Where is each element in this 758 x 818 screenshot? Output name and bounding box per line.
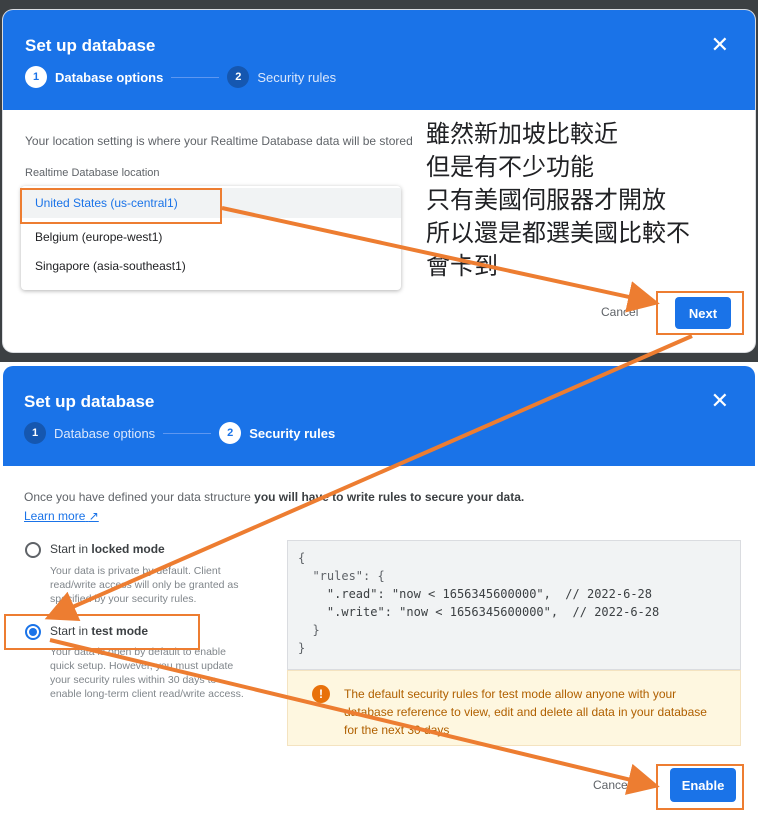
- dialog-title: Set up database: [25, 36, 156, 55]
- cancel-button[interactable]: Cancel: [601, 305, 638, 319]
- step-2-number: 2: [219, 422, 242, 444]
- annotation-line: 所以還是都選美國比較不: [426, 219, 690, 247]
- locked-mode-name: locked mode: [91, 542, 165, 556]
- dialog-header: Set up database ✕ 1 Database options 2 S…: [3, 10, 755, 110]
- stepper: 1 Database options 2 Security rules: [25, 66, 336, 88]
- highlight-next-button: [656, 291, 744, 335]
- intro-text: Once you have defined your data structur…: [24, 490, 255, 504]
- setup-database-dialog-step2: Set up database ✕ 1 Database options 2 S…: [3, 366, 755, 816]
- highlight-us-option: [20, 188, 222, 224]
- close-icon[interactable]: ✕: [711, 388, 729, 414]
- step-divider: [163, 432, 212, 434]
- step-2-label: Security rules: [257, 69, 337, 85]
- locked-prefix: Start in: [50, 542, 92, 556]
- rules-code-block: { "rules": { ".read": "now < 16563456000…: [287, 540, 741, 670]
- warning-text: The default security rules for test mode…: [344, 687, 707, 737]
- security-intro: Once you have defined your data structur…: [24, 490, 524, 504]
- warning-banner: ! The default security rules for test mo…: [287, 670, 741, 746]
- step-1-number: 1: [24, 422, 46, 444]
- highlight-enable-button: [656, 764, 744, 810]
- step-2-number: 2: [227, 66, 250, 88]
- step-1-number: 1: [25, 66, 47, 88]
- location-description: Your location setting is where your Real…: [25, 134, 413, 148]
- warning-icon: !: [312, 685, 330, 703]
- step-1-label: Database options: [55, 69, 164, 85]
- code-line: }: [298, 641, 306, 655]
- code-line: }: [298, 623, 320, 637]
- step-1-label: Database options: [54, 425, 156, 441]
- code-line: ".read": "now < 1656345600000", // 2022-…: [298, 587, 653, 601]
- annotation-line: 只有美國伺服器才開放: [426, 186, 666, 214]
- learn-more-label: Learn more: [24, 509, 86, 523]
- external-link-icon: ↗: [88, 509, 99, 523]
- cancel-button[interactable]: Cancel: [593, 778, 630, 792]
- learn-more-link[interactable]: Learn more ↗: [24, 509, 99, 523]
- dialog-title: Set up database: [24, 392, 155, 411]
- code-line: ".write": "now < 1656345600000", // 2022…: [298, 605, 660, 619]
- annotation-line: 會卡到: [426, 252, 498, 280]
- step-divider: [171, 76, 220, 78]
- code-line: "rules": {: [298, 569, 385, 583]
- locked-mode-radio[interactable]: [25, 542, 41, 558]
- code-line: {: [298, 551, 306, 565]
- locked-mode-label[interactable]: Start in locked mode: [50, 542, 165, 556]
- highlight-test-mode: [4, 614, 200, 650]
- close-icon[interactable]: ✕: [711, 32, 729, 58]
- annotation-line: 雖然新加坡比較近: [426, 120, 618, 148]
- option-europe-west1[interactable]: Belgium (europe-west1): [21, 222, 401, 252]
- annotation-text: 雖然新加坡比較近 但是有不少功能 只有美國伺服器才開放 所以還是都選美國比較不 …: [426, 118, 736, 283]
- intro-bold-text: you will have to write rules to secure y…: [254, 490, 525, 504]
- annotation-line: 但是有不少功能: [426, 153, 594, 181]
- dialog-header: Set up database ✕ 1 Database options 2 S…: [3, 366, 755, 466]
- test-mode-description: Your data is open by default to enable q…: [50, 646, 244, 700]
- stepper: 1 Database options 2 Security rules: [24, 422, 335, 444]
- location-label: Realtime Database location: [25, 167, 160, 179]
- option-asia-southeast1[interactable]: Singapore (asia-southeast1): [21, 251, 401, 281]
- locked-mode-description: Your data is private by default. Client …: [50, 565, 239, 605]
- step-2-label: Security rules: [249, 425, 336, 441]
